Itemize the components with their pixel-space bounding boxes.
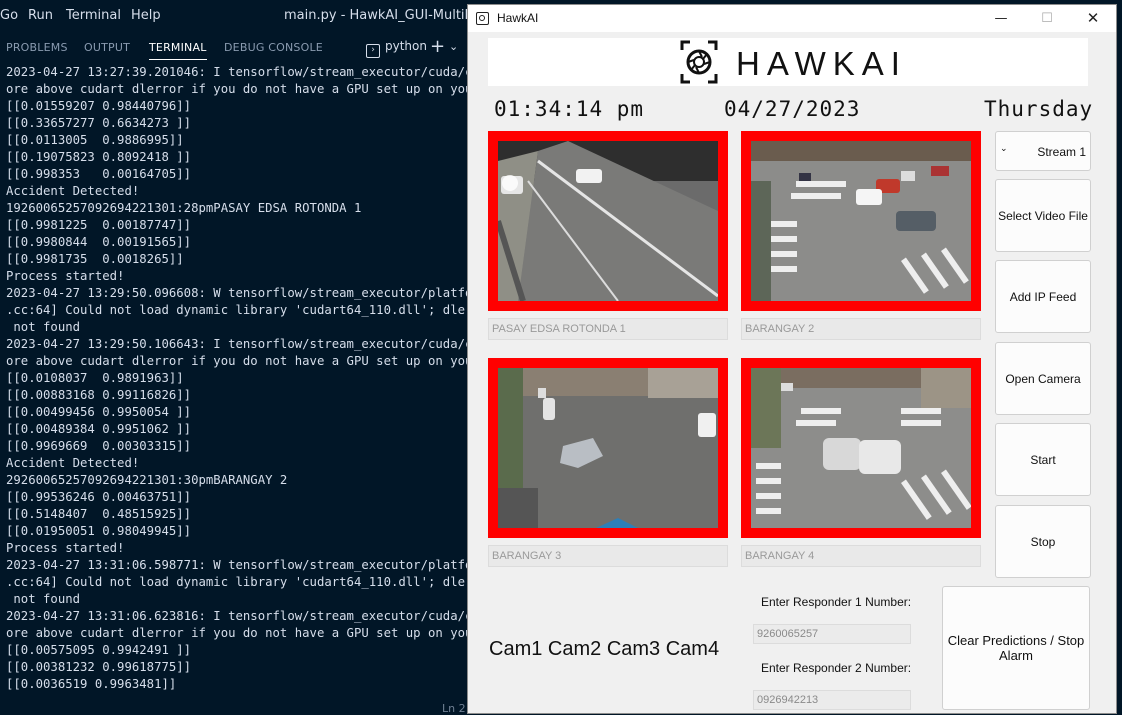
select-video-file-button[interactable]: Select Video File [995,179,1091,252]
menu-help[interactable]: Help [131,8,161,23]
terminal-line: ore above cudart dlerror if you do not h… [6,626,467,640]
shutter-logo-icon [680,40,718,84]
terminal-line: [[0.0108037 0.9891963]] [6,371,184,385]
terminal-selector[interactable]: › python [366,39,427,58]
responder-1-label: Enter Responder 1 Number: [761,595,912,609]
tab-terminal[interactable]: TERMINAL [149,41,207,60]
terminal-line: Process started! [6,541,125,555]
terminal-line: [[0.0036519 0.9963481]] [6,677,177,691]
terminal-line: 2023-04-27 13:29:50.096608: W tensorflow… [6,286,467,300]
terminal-line: 2023-04-27 13:31:06.598771: W tensorflow… [6,558,467,572]
terminal-line: 2023-04-27 13:29:50.106643: I tensorflow… [6,337,467,351]
date-display: 04/27/2023 [724,97,861,121]
terminal-line: [[0.0113005 0.9886995]] [6,133,184,147]
terminal-line: 2023-04-27 13:27:39.201046: I tensorflow… [6,65,467,79]
terminal-line: ore above cudart dlerror if you do not h… [6,82,467,96]
terminal-line: Process started! [6,269,125,283]
terminal-line: 2023-04-27 13:31:06.623816: I tensorflow… [6,609,467,623]
terminal-line: [[0.9981225 0.00187747]] [6,218,192,232]
clear-predictions-button[interactable]: Clear Predictions / Stop Alarm [942,586,1090,710]
camera-labels: Cam1 Cam2 Cam3 Cam4 [489,638,720,660]
terminal-line: [[0.9981735 0.0018265]] [6,252,184,266]
terminal-line: [[0.00883168 0.99116826]] [6,388,192,402]
weekday-display: Thursday [984,97,1094,121]
chevron-down-icon: ⌄ [1000,143,1008,153]
title-bar: HawkAI — ☐ ✕ [468,5,1116,32]
camera-feed-3[interactable] [488,358,728,538]
hawkai-app-icon [476,12,489,25]
minimize-button[interactable]: — [978,5,1024,32]
menu-run[interactable]: Run [28,8,53,23]
terminal-line: [[0.33657277 0.6634273 ]] [6,116,192,130]
terminal-line: 29260065257092694221301:30pmBARANGAY 2 [6,473,288,487]
terminal-line: not found [6,320,81,334]
window-title: HawkAI [497,11,539,25]
terminal-line: [[0.9969669 0.00303315]] [6,439,192,453]
terminal-name: python [385,39,427,53]
terminal-output[interactable]: 2023-04-27 13:27:39.201046: I tensorflow… [6,64,467,704]
logo-text: HAWKAI [736,45,907,82]
feed-3-frame [498,368,718,528]
status-line-col[interactable]: Ln 2 [442,702,466,715]
open-camera-button[interactable]: Open Camera [995,342,1091,415]
camera-feed-2[interactable] [741,131,981,311]
terminal-line: [[0.19075823 0.8092418 ]] [6,150,192,164]
terminal-line: [[0.00489384 0.9951062 ]] [6,422,192,436]
camera-feed-1[interactable] [488,131,728,311]
add-terminal-icon[interactable]: + [430,36,445,57]
feed-1-frame [498,141,718,301]
feed-1-label: PASAY EDSA ROTONDA 1 [488,318,728,340]
terminal-line: [[0.00499456 0.9950054 ]] [6,405,192,419]
logo-banner: HAWKAI [488,38,1088,86]
stream-select[interactable]: ⌄ Stream 1 [995,131,1091,171]
feed-2-frame [751,141,971,301]
terminal-line: .cc:64] Could not load dynamic library '… [6,303,467,317]
stop-button[interactable]: Stop [995,505,1091,578]
terminal-line: [[0.99536246 0.00463751]] [6,490,192,504]
chevron-down-icon[interactable]: ⌄ [449,40,458,53]
terminal-line: [[0.998353 0.00164705]] [6,167,192,181]
terminal-line: [[0.5148407 0.48515925]] [6,507,192,521]
responder-1-input[interactable]: 9260065257 [753,624,911,644]
terminal-line: [[0.00381232 0.99618775]] [6,660,192,674]
close-button[interactable]: ✕ [1070,5,1116,32]
tab-problems[interactable]: PROBLEMS [6,41,68,54]
tab-debug-console[interactable]: DEBUG CONSOLE [224,41,323,54]
terminal-line: [[0.01559207 0.98440796]] [6,99,192,113]
terminal-line: .cc:64] Could not load dynamic library '… [6,575,467,589]
stream-select-value: Stream 1 [1037,145,1086,159]
feed-4-label: BARANGAY 4 [741,545,981,567]
terminal-line: 19260065257092694221301:28pmPASAY EDSA R… [6,201,362,215]
menu-terminal[interactable]: Terminal [66,8,121,23]
terminal-line: [[0.00575095 0.9942491 ]] [6,643,192,657]
terminal-line: ore above cudart dlerror if you do not h… [6,354,467,368]
hawkai-window: HawkAI — ☐ ✕ HAWKAI 01:34:14 pm 04/27/20… [467,4,1117,714]
feed-2-label: BARANGAY 2 [741,318,981,340]
responder-2-label: Enter Responder 2 Number: [761,661,912,675]
terminal-line: Accident Detected! [6,456,140,470]
terminal-line: Accident Detected! [6,184,140,198]
maximize-button[interactable]: ☐ [1024,5,1070,32]
add-ip-feed-button[interactable]: Add IP Feed [995,260,1091,333]
responder-2-input[interactable]: 0926942213 [753,690,911,710]
feed-4-frame [751,368,971,528]
start-button[interactable]: Start [995,423,1091,496]
camera-feed-4[interactable] [741,358,981,538]
feed-3-label: BARANGAY 3 [488,545,728,567]
terminal-line: not found [6,592,81,606]
terminal-icon: › [366,44,380,58]
clock-display: 01:34:14 pm [494,97,645,121]
terminal-line: [[0.01950051 0.98049945]] [6,524,192,538]
tab-output[interactable]: OUTPUT [84,41,130,54]
menu-go[interactable]: Go [0,8,18,23]
terminal-line: [[0.9980844 0.00191565]] [6,235,192,249]
